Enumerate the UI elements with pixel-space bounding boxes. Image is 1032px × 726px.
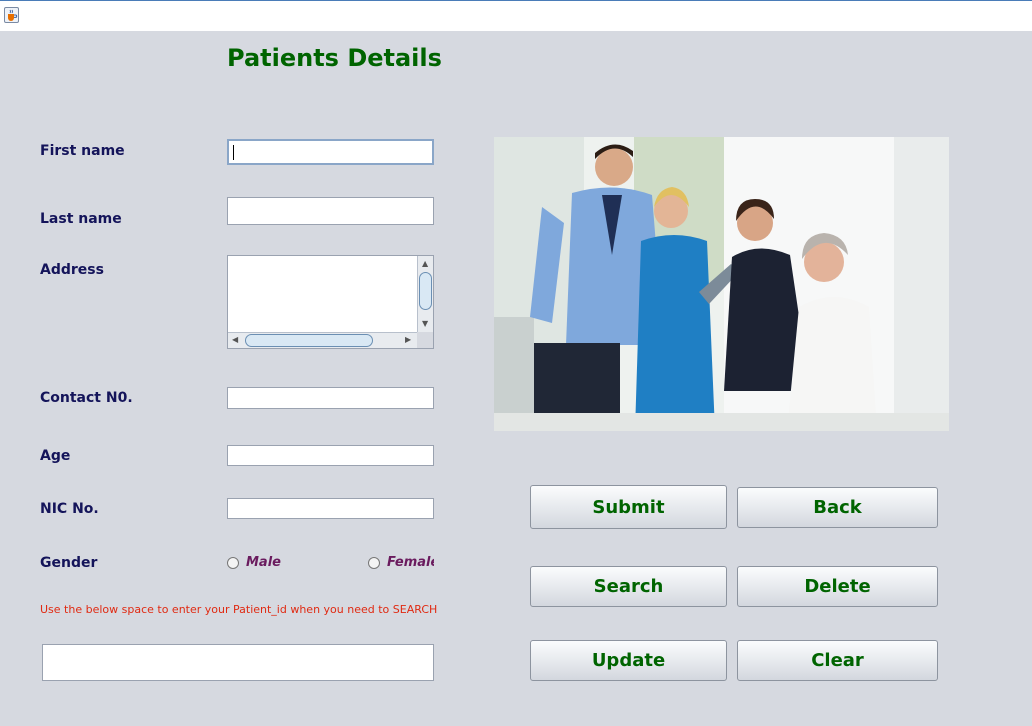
female-radio[interactable]: [368, 556, 380, 569]
clear-button[interactable]: Clear: [737, 640, 938, 681]
address-label: Address: [40, 262, 104, 278]
scroll-corner: [417, 332, 433, 348]
vertical-scroll-thumb[interactable]: [419, 272, 432, 310]
address-textarea[interactable]: ▲ ▼ ◀ ▶: [227, 255, 434, 349]
medical-staff-photo: [494, 137, 949, 431]
age-field[interactable]: [227, 445, 434, 466]
nic-label: NIC No.: [40, 501, 99, 517]
scroll-up-icon[interactable]: ▲: [422, 260, 428, 268]
address-horizontal-scrollbar[interactable]: ◀ ▶: [228, 332, 418, 348]
page-title: Patients Details: [227, 44, 442, 72]
horizontal-scroll-thumb[interactable]: [245, 334, 373, 347]
search-button[interactable]: Search: [530, 566, 727, 607]
patient-id-search-field[interactable]: [42, 644, 434, 681]
delete-button[interactable]: Delete: [737, 566, 938, 607]
scroll-down-icon[interactable]: ▼: [422, 320, 428, 328]
text-caret: [233, 145, 234, 160]
nic-field[interactable]: [227, 498, 434, 519]
gender-label: Gender: [40, 555, 98, 571]
contact-field[interactable]: [227, 387, 434, 409]
address-vertical-scrollbar[interactable]: ▲ ▼: [417, 256, 433, 333]
age-label: Age: [40, 448, 71, 464]
gender-male-option[interactable]: Male: [227, 555, 286, 570]
window-titlebar: [0, 0, 1032, 31]
update-button[interactable]: Update: [530, 640, 727, 681]
male-radio[interactable]: [227, 556, 239, 569]
java-coffee-icon[interactable]: [4, 7, 19, 23]
search-hint-text: Use the below space to enter your Patien…: [40, 603, 438, 616]
gender-female-option[interactable]: Female: [368, 555, 434, 570]
back-button[interactable]: Back: [737, 487, 938, 528]
scroll-right-icon[interactable]: ▶: [405, 336, 411, 344]
female-radio-label[interactable]: Female: [387, 555, 434, 570]
scroll-left-icon[interactable]: ◀: [232, 336, 238, 344]
contact-label: Contact N0.: [40, 390, 133, 406]
male-radio-label[interactable]: Male: [246, 555, 286, 570]
first-name-label: First name: [40, 143, 125, 159]
first-name-field[interactable]: [227, 139, 434, 165]
submit-button[interactable]: Submit: [530, 485, 727, 529]
last-name-field[interactable]: [227, 197, 434, 225]
last-name-label: Last name: [40, 211, 122, 227]
